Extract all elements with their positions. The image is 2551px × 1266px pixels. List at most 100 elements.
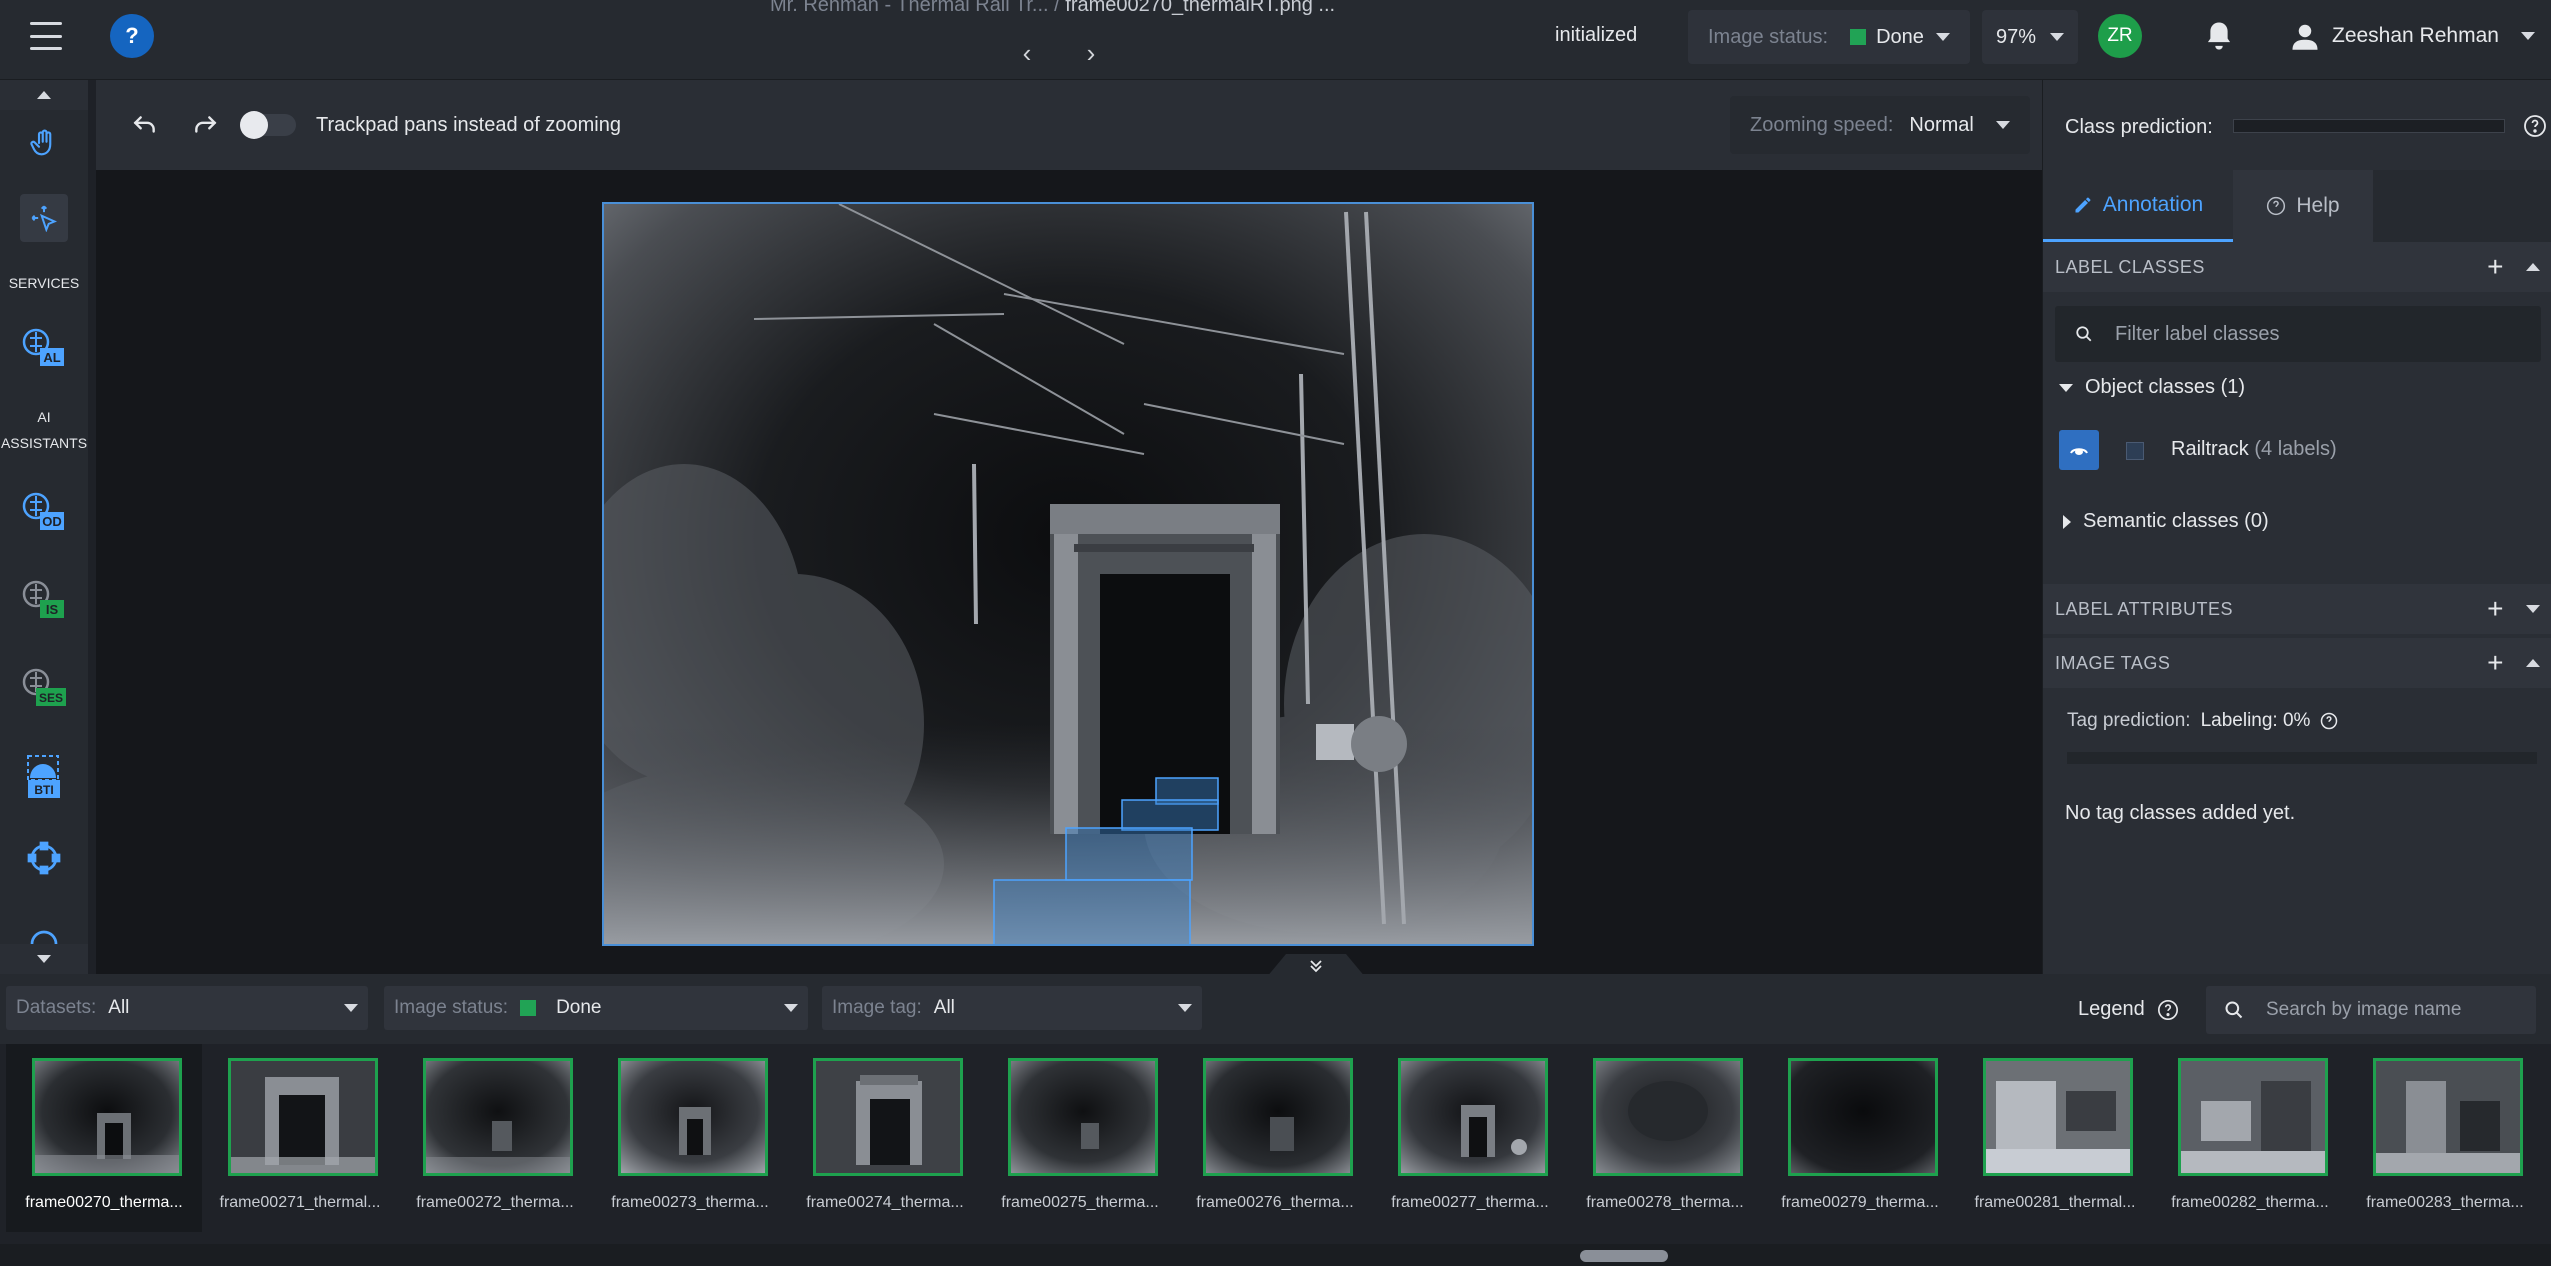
prev-image-button[interactable]: ‹ — [1012, 38, 1042, 68]
user-menu[interactable]: Zeeshan Rehman — [2290, 14, 2535, 58]
class-color-swatch[interactable] — [2126, 442, 2144, 460]
label-classes-header[interactable]: LABEL CLASSES + — [2043, 242, 2551, 292]
class-railtrack[interactable]: Railtrack (4 labels) — [2171, 438, 2337, 461]
search-image-input[interactable]: Search by image name — [2206, 986, 2536, 1034]
zoom-speed-select[interactable]: Zooming speed: Normal — [1730, 96, 2030, 154]
label-classes-title: LABEL CLASSES — [2055, 256, 2205, 277]
chevron-up-icon[interactable] — [2526, 659, 2540, 667]
help-circle-icon — [2157, 999, 2179, 1021]
image-status-label: Image status: — [1708, 25, 1829, 48]
chevron-up-icon[interactable] — [2526, 263, 2540, 271]
image-status-select[interactable]: Image status: Done — [1688, 10, 1970, 64]
thumbnail-item[interactable]: frame00278_therma... — [1567, 1044, 1763, 1232]
ai-bti-icon[interactable]: BTI — [0, 752, 88, 800]
partial-tool-icon[interactable] — [0, 926, 88, 944]
thumbnail-item[interactable]: frame00282_therma... — [2152, 1044, 2348, 1232]
done-status-square-icon — [1850, 29, 1867, 45]
ai-al-icon[interactable]: AL — [0, 326, 88, 370]
filter-label-classes-input[interactable]: Filter label classes — [2055, 306, 2541, 362]
visibility-toggle-button[interactable] — [2059, 430, 2099, 470]
pencil-icon — [2073, 195, 2093, 215]
label-attributes-header[interactable]: LABEL ATTRIBUTES + — [2043, 584, 2551, 634]
class-prediction-label: Class prediction: — [2065, 116, 2213, 138]
add-label-class-button[interactable]: + — [2487, 253, 2504, 281]
undo-icon[interactable] — [132, 112, 158, 138]
semantic-classes-toggle[interactable]: Semantic classes (0) — [2063, 510, 2269, 533]
polygon-tool-icon[interactable] — [0, 840, 88, 876]
ai-ses-icon[interactable]: SES — [0, 666, 88, 710]
select-cursor-icon[interactable] — [20, 194, 68, 242]
horizontal-scrollbar[interactable] — [0, 1244, 2551, 1266]
legend-label: Legend — [2078, 998, 2145, 1020]
thumbnail-item[interactable]: frame00276_therma... — [1177, 1044, 1373, 1232]
thumbnail-strip: frame00270_therma... frame00271_thermal.… — [0, 1044, 2551, 1244]
done-status-square-icon — [520, 1000, 537, 1016]
tab-help[interactable]: Help — [2233, 170, 2373, 242]
semantic-classes-label: Semantic classes (0) — [2083, 510, 2269, 532]
ai-is-icon[interactable]: IS — [0, 578, 88, 622]
thumbnail-item[interactable]: frame00281_thermal... — [1957, 1044, 2153, 1232]
user-name: Zeeshan Rehman — [2332, 24, 2499, 47]
annotation-canvas[interactable] — [96, 170, 2042, 978]
thumbnail-image — [423, 1058, 573, 1176]
add-image-tag-button[interactable]: + — [2487, 649, 2504, 677]
thumbnail-image — [1398, 1058, 1548, 1176]
datasets-value: All — [108, 997, 130, 1018]
pan-hand-icon[interactable] — [0, 128, 88, 158]
thumbnail-item[interactable]: frame00270_therma... — [6, 1044, 202, 1232]
tab-annotation[interactable]: Annotation — [2043, 170, 2233, 242]
avatar[interactable]: ZR — [2098, 14, 2142, 58]
datasets-label: Datasets: — [16, 997, 97, 1018]
next-image-button[interactable]: › — [1076, 38, 1106, 68]
thumbnail-item[interactable]: frame00272_therma... — [397, 1044, 593, 1232]
thumbnail-name: frame00272_therma... — [416, 1194, 574, 1211]
help-circle-icon[interactable] — [2523, 114, 2547, 138]
search-icon — [2224, 1000, 2244, 1020]
help-circle-icon[interactable] — [2320, 712, 2338, 730]
labeling-progress: Labeling: 0% — [2200, 710, 2311, 731]
zoom-select[interactable]: 97% — [1982, 10, 2078, 64]
legend-button[interactable]: Legend — [2078, 998, 2179, 1021]
thumbnail-image — [2178, 1058, 2328, 1176]
thumbnail-item[interactable]: frame00274_therma... — [787, 1044, 983, 1232]
help-button[interactable]: ? — [110, 14, 154, 58]
hamburger-icon[interactable] — [26, 18, 66, 54]
thermal-image[interactable] — [602, 202, 1534, 946]
thumbnail-item[interactable]: frame00275_therma... — [982, 1044, 1178, 1232]
thumbnail-item[interactable]: frame00277_therma... — [1372, 1044, 1568, 1232]
breadcrumb-project[interactable]: Mr. Rehman - Thermal Rail Tr... — [770, 0, 1049, 16]
thumbnail-name: frame00273_therma... — [611, 1194, 769, 1211]
object-classes-toggle[interactable]: Object classes (1) — [2059, 376, 2245, 399]
thumbnail-filter-bar: Datasets: All Image status: Done Image t… — [0, 974, 2551, 1044]
datasets-select[interactable]: Datasets: All — [6, 986, 368, 1030]
thumbnail-image — [1593, 1058, 1743, 1176]
thumbnail-item[interactable]: frame00273_therma... — [592, 1044, 788, 1232]
thumbnail-item[interactable]: frame00283_therma... — [2347, 1044, 2543, 1232]
ai-od-icon[interactable]: OD — [0, 490, 88, 534]
image-tag-select[interactable]: Image tag: All — [822, 986, 1202, 1030]
canvas-toolbar: Trackpad pans instead of zooming Zooming… — [96, 80, 2042, 170]
chevron-down-icon[interactable] — [2526, 605, 2540, 613]
search-icon — [2075, 325, 2093, 343]
scrollbar-thumb[interactable] — [1580, 1250, 1668, 1262]
ai-bti-badge: BTI — [34, 783, 53, 797]
image-tags-header[interactable]: IMAGE TAGS + — [2043, 638, 2551, 688]
thumbnail-item[interactable]: frame00271_thermal... — [202, 1044, 398, 1232]
thumbnail-image — [2373, 1058, 2523, 1176]
add-label-attribute-button[interactable]: + — [2487, 595, 2504, 623]
redo-icon[interactable] — [192, 112, 218, 138]
thumbnail-image — [1788, 1058, 1938, 1176]
image-status-filter-select[interactable]: Image status: Done — [384, 986, 808, 1030]
ai-assistants-label-1: AI — [37, 409, 51, 425]
trackpad-toggle[interactable] — [240, 111, 296, 139]
scroll-up-button[interactable] — [0, 80, 88, 110]
thumbnail-item[interactable]: frame00279_therma... — [1762, 1044, 1958, 1232]
bell-icon[interactable] — [2204, 20, 2234, 52]
chevron-down-icon — [2050, 33, 2064, 41]
chevron-down-icon — [1936, 33, 1950, 41]
image-status-filter-value: Done — [556, 997, 602, 1018]
user-icon — [2290, 21, 2320, 51]
scroll-down-button[interactable] — [0, 944, 88, 974]
chevron-down-icon — [1178, 1004, 1192, 1012]
breadcrumb-image: frame00270_thermalRT.png ... — [1065, 0, 1336, 16]
